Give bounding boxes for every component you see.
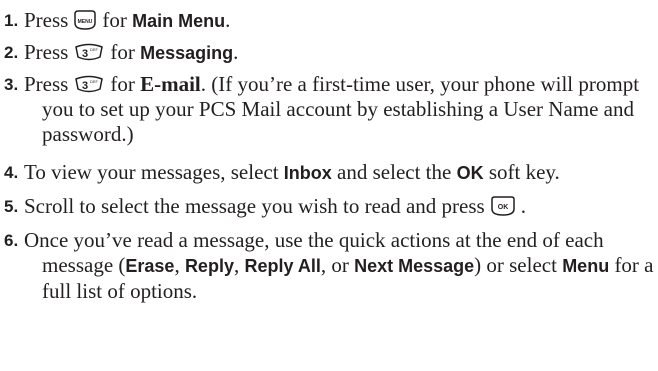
menu-term-reply: Reply <box>184 256 234 276</box>
step-text-part: and select the <box>337 160 452 184</box>
step-number: 6. <box>4 231 19 250</box>
step-text: Press 3 DEF for E-mail. (If you’re a first-… <box>0 72 654 147</box>
step-5: 5. Scroll to select the message you wish… <box>0 194 654 219</box>
step-number: 5. <box>4 197 19 216</box>
step-text-part: for <box>110 40 135 64</box>
step-text: Press 3 DEF for Messaging. <box>0 40 654 66</box>
step-text-part: . <box>520 194 526 218</box>
menu-term-messaging: Messaging <box>140 43 234 63</box>
svg-text:3: 3 <box>82 80 88 92</box>
svg-text:DEF: DEF <box>90 79 99 84</box>
step-2: 2. Press 3 DEF for Messaging. <box>0 40 654 66</box>
menu-term-menu: Menu <box>562 256 610 276</box>
step-text: Scroll to select the message you wish to… <box>0 194 654 219</box>
menu-term-email: E-mail <box>140 72 201 96</box>
svg-text:MENU: MENU <box>78 19 93 25</box>
step-text-part: for <box>110 72 135 96</box>
menu-term-ok: OK <box>456 163 484 183</box>
step-text-part: Press <box>24 40 69 64</box>
step-number: 1. <box>4 11 19 30</box>
step-text: To view your messages, select Inbox and … <box>0 160 654 186</box>
step-text-part: ) or select <box>474 253 557 277</box>
step-number: 3. <box>4 75 19 94</box>
step-text: Press MENU for Main Menu. <box>0 8 654 34</box>
step-text-part: . <box>225 8 231 32</box>
three-def-key-icon: 3 DEF <box>72 41 106 63</box>
step-1: 1. Press MENU for Main Menu. <box>0 8 654 34</box>
step-text-part: for <box>102 8 127 32</box>
svg-text:3: 3 <box>82 48 88 60</box>
step-number: 2. <box>4 43 19 62</box>
menu-term-inbox: Inbox <box>283 163 332 183</box>
step-6: 6. Once you’ve read a message, use the q… <box>0 228 654 304</box>
step-text-part: , <box>174 253 180 277</box>
svg-text:OK: OK <box>497 204 508 211</box>
three-def-key-icon: 3 DEF <box>72 73 106 95</box>
step-text-part: , <box>233 253 240 277</box>
menu-key-icon: MENU <box>72 9 98 31</box>
step-text-part: Press <box>24 8 69 32</box>
step-3: 3. Press 3 DEF for E-mail. (If you’re a fir… <box>0 72 654 147</box>
step-text-part: . <box>233 40 239 64</box>
menu-term-next-message: Next Message <box>354 256 475 276</box>
step-text-part: Press <box>24 72 69 96</box>
svg-text:DEF: DEF <box>90 47 99 52</box>
ok-key-icon: OK <box>489 195 517 217</box>
step-number: 4. <box>4 163 19 182</box>
step-text: Once you’ve read a message, use the quic… <box>0 228 654 304</box>
step-text-part: , or <box>320 253 349 277</box>
menu-term-erase: Erase <box>125 256 175 276</box>
step-text-part: To view your messages, select <box>24 160 279 184</box>
menu-term-reply-all: Reply All <box>244 256 321 276</box>
instruction-steps-list: 1. Press MENU for Main Menu. 2. Press 3 DEF f… <box>0 0 658 371</box>
step-text-part: soft key. <box>488 160 560 184</box>
step-4: 4. To view your messages, select Inbox a… <box>0 160 654 186</box>
menu-term-main-menu: Main Menu <box>132 11 226 31</box>
step-text-part: Scroll to select the message you wish to… <box>24 194 485 218</box>
